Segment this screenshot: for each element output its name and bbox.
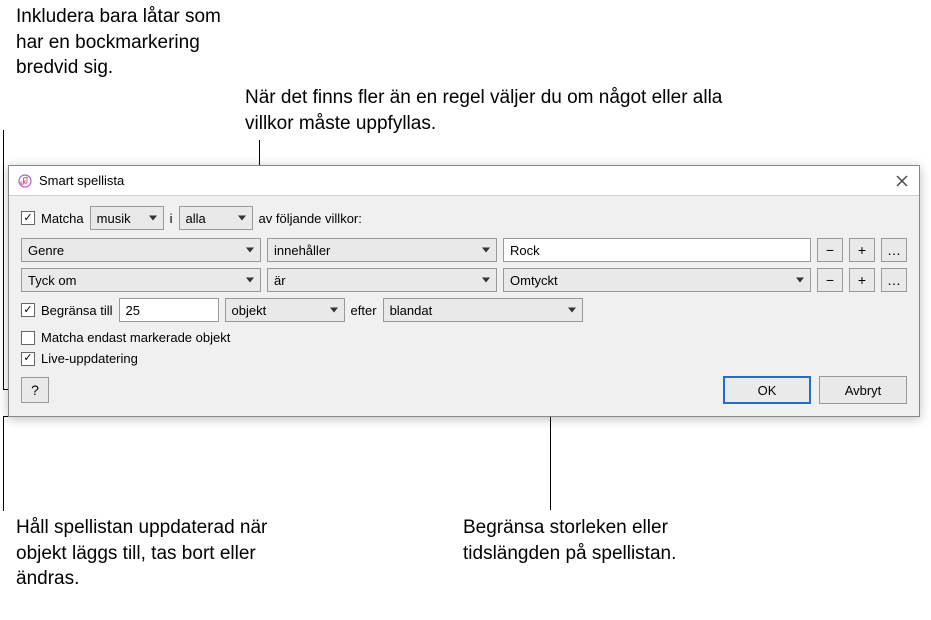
live-update-row: Live-uppdatering [21, 351, 907, 366]
titlebar: Smart spellista [9, 166, 919, 196]
callout-line [3, 416, 4, 511]
annotation-top-left: Inkludera bara låtar som har en bockmark… [16, 4, 226, 81]
media-type-select[interactable]: musik [90, 206, 164, 230]
rule-row: Tyck om är Omtyckt − + … [21, 268, 907, 292]
help-button[interactable]: ? [21, 377, 49, 403]
limit-row: Begränsa till objekt efter blandat [21, 298, 907, 322]
rule-row: Genre innehåller − + … [21, 238, 907, 262]
rule-operator-select[interactable]: är [267, 268, 497, 292]
limit-unit-select[interactable]: objekt [225, 298, 345, 322]
app-icon [17, 173, 33, 189]
add-rule-button[interactable]: + [849, 238, 875, 262]
limit-by-select[interactable]: blandat [383, 298, 583, 322]
remove-rule-button[interactable]: − [817, 268, 843, 292]
dialog-title: Smart spellista [39, 173, 124, 188]
limit-label: Begränsa till [41, 303, 113, 318]
live-update-checkbox[interactable] [21, 352, 35, 366]
callout-line [3, 130, 4, 390]
close-button[interactable] [893, 172, 911, 190]
match-checked-only-row: Matcha endast markerade objekt [21, 330, 907, 345]
rule-more-button[interactable]: … [881, 238, 907, 262]
annotation-top-right: När det finns fler än en regel väljer du… [245, 85, 765, 136]
live-update-label: Live-uppdatering [41, 351, 138, 366]
match-checked-only-checkbox[interactable] [21, 331, 35, 345]
annotation-bottom-right: Begränsa storleken eller tidslängden på … [463, 515, 723, 566]
rule-value-select[interactable]: Omtyckt [503, 268, 811, 292]
cancel-button[interactable]: Avbryt [819, 376, 907, 404]
match-row: Matcha musik i alla av följande villkor: [21, 206, 907, 230]
ok-button[interactable]: OK [723, 376, 811, 404]
match-label: Matcha [41, 211, 84, 226]
rule-field-select[interactable]: Genre [21, 238, 261, 262]
limit-by-label: efter [351, 303, 377, 318]
match-suffix: av följande villkor: [259, 211, 362, 226]
match-checked-only-label: Matcha endast markerade objekt [41, 330, 230, 345]
annotation-bottom-left: Håll spellistan uppdaterad när objekt lä… [16, 515, 316, 592]
match-joiner: i [170, 211, 173, 226]
dialog-footer: ? OK Avbryt [21, 376, 907, 404]
rule-field-select[interactable]: Tyck om [21, 268, 261, 292]
match-checkbox[interactable] [21, 211, 35, 225]
rule-value-input[interactable] [503, 238, 811, 262]
smart-playlist-dialog: Smart spellista Matcha musik i alla av f… [8, 165, 920, 417]
match-scope-select[interactable]: alla [179, 206, 253, 230]
limit-checkbox[interactable] [21, 303, 35, 317]
rule-operator-select[interactable]: innehåller [267, 238, 497, 262]
remove-rule-button[interactable]: − [817, 238, 843, 262]
rule-more-button[interactable]: … [881, 268, 907, 292]
add-rule-button[interactable]: + [849, 268, 875, 292]
limit-count-input[interactable] [119, 298, 219, 322]
